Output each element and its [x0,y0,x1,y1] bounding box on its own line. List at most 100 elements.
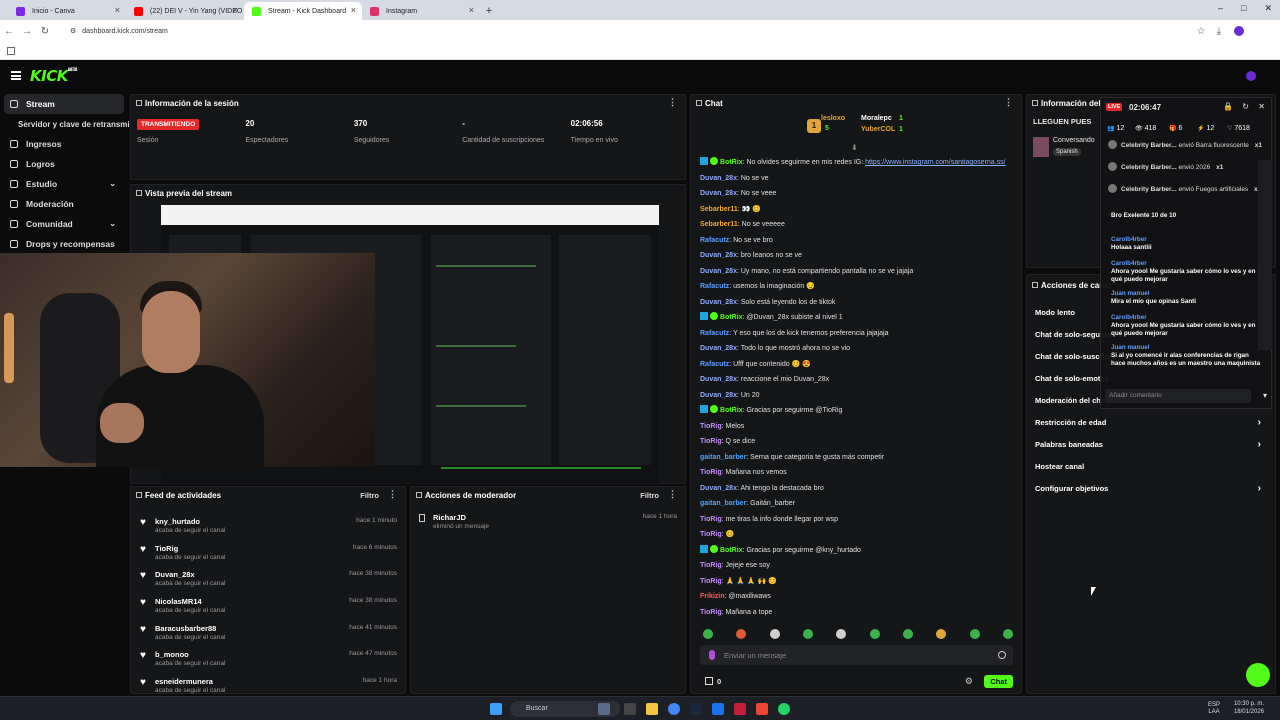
chat-username[interactable]: TioRig [700,531,722,538]
chat-link[interactable]: https://www.instagram.com/santiagoserna.… [865,159,1005,166]
overlay-username[interactable]: Carolb4rber [1111,314,1147,321]
browser-tab[interactable]: Stream - Kick Dashboard × [244,2,362,20]
apps-icon[interactable] [7,47,15,55]
sidebar-item[interactable]: Estudio ⌄ [0,174,128,194]
emoji-icon[interactable] [998,651,1006,659]
chat-input[interactable]: Enviar un mensaje [700,645,1013,665]
minimize-icon[interactable]: – [1218,3,1223,14]
settings-icon[interactable]: ⚙ [965,676,973,687]
chat-username[interactable]: gaitan_barber [700,454,746,461]
chat-username[interactable]: TioRig [700,562,722,569]
chevron-down-icon[interactable]: ⌄ [109,179,116,188]
emote-icon[interactable] [969,629,980,639]
collapse-icon[interactable]: ⇟ [851,143,858,152]
close-tab-icon[interactable]: × [233,5,238,15]
new-tab-button[interactable]: + [480,2,498,20]
whatsapp-icon[interactable] [778,703,790,715]
channel-action-row[interactable]: Restricción de edad › [1027,411,1275,433]
more-icon[interactable]: ⋮ [388,489,397,500]
chat-username[interactable]: TioRig [700,423,722,430]
task-view-icon[interactable] [624,703,636,715]
overlay-username[interactable]: Juan manuel [1111,344,1150,351]
leader-name[interactable]: YuberCOL [861,126,895,133]
chat-username[interactable]: TioRig [700,578,722,585]
feed-filter-button[interactable]: Filtro [360,491,379,500]
chat-username[interactable]: BotRix [720,314,743,321]
site-info-icon[interactable]: ⚙ [70,27,76,35]
emote-icon[interactable] [1002,629,1013,639]
chat-username[interactable]: Duvan_28x [700,268,737,275]
back-icon[interactable]: ← [0,26,18,37]
mod-filter-button[interactable]: Filtro [640,491,659,500]
clock[interactable]: 10:30 p. m. 18/01/2026 [1234,700,1264,716]
mic-icon[interactable] [709,650,715,660]
chat-username[interactable]: Rafacutz [700,330,729,337]
close-icon[interactable]: ✕ [1258,102,1265,111]
more-icon[interactable]: ⋮ [668,97,677,108]
sidebar-item[interactable]: Stream [4,94,124,114]
sidebar-item[interactable]: Moderación [0,194,128,214]
chevron-down-icon[interactable]: ⌄ [109,219,116,228]
close-tab-icon[interactable]: × [351,5,356,15]
maximize-icon[interactable]: □ [1241,3,1246,14]
chat-username[interactable]: Duvan_28x [700,392,737,399]
app-icon[interactable] [756,703,768,715]
sidebar-item[interactable]: Drops y recompensas [0,234,128,254]
user-avatar[interactable] [1246,71,1256,81]
overlay-username[interactable]: Carolb4rber [1111,236,1147,243]
chat-username[interactable]: BotRix [720,547,743,554]
steam-icon[interactable] [690,703,702,715]
chat-username[interactable]: Duvan_28x [700,190,737,197]
file-explorer-icon[interactable] [646,703,658,715]
chat-username[interactable]: Rafacutz [700,283,729,290]
chrome-icon[interactable] [668,703,680,715]
chat-username[interactable]: Duvan_28x [700,376,737,383]
browser-tab[interactable]: Instagram × [362,2,480,20]
profile-avatar[interactable] [1234,26,1244,36]
refresh-icon[interactable]: ↻ [1242,102,1249,111]
chat-username[interactable]: Duvan_28x [700,345,737,352]
chat-username[interactable]: Duvan_28x [700,252,737,259]
chat-username[interactable]: BotRix [720,407,743,414]
download-icon[interactable]: ⤓ [1210,26,1228,37]
sidebar-item[interactable]: Logros [0,154,128,174]
points-icon[interactable] [705,677,713,685]
kick-logo[interactable]: KICKBETA [30,67,78,85]
emote-icon[interactable] [703,629,713,639]
lock-icon[interactable]: 🔒 [1223,102,1233,111]
bookmark-star-icon[interactable]: ☆ [1192,26,1210,37]
chat-username[interactable]: TioRig [700,516,722,523]
browser-tab[interactable]: Inicio - Canva × [8,2,126,20]
leader-name[interactable]: Moralepc [861,115,892,122]
overlay-username[interactable]: Carolb4rber [1111,260,1147,267]
chat-username[interactable]: Sebarber11 [700,206,738,213]
app-icon[interactable] [734,703,746,715]
chat-username[interactable]: gaitan_barber [700,500,746,507]
filter-icon[interactable]: ▾ [1263,391,1267,400]
url-field[interactable]: ⚙ dashboard.kick.com/stream [62,23,1192,39]
emote-icon[interactable] [936,629,947,639]
chat-username[interactable]: Sebarber11 [700,221,738,228]
chat-username[interactable]: Duvan_28x [700,299,737,306]
close-window-icon[interactable]: ✕ [1264,3,1272,14]
close-tab-icon[interactable]: × [469,5,474,15]
chat-username[interactable]: Duvan_28x [700,485,737,492]
chat-username[interactable]: BotRix [720,159,743,166]
support-chat-button[interactable] [1246,663,1270,687]
emote-icon[interactable] [869,629,880,639]
channel-action-row[interactable]: Hostear canal [1027,455,1275,477]
store-icon[interactable] [712,703,724,715]
language-indicator[interactable]: ESP LAA [1208,702,1220,716]
reload-icon[interactable]: ↻ [36,26,54,37]
emote-icon[interactable] [902,629,913,639]
chat-username[interactable]: TioRig [700,609,722,616]
widgets-icon[interactable] [598,703,610,715]
sidebar-subitem[interactable]: Servidor y clave de retransmisión [0,114,146,134]
chat-username[interactable]: TioRig [700,438,722,445]
comment-input[interactable]: Añadir comentario [1105,389,1251,403]
emote-icon[interactable] [836,629,847,639]
emote-icon[interactable] [769,629,780,639]
menu-icon[interactable] [11,71,21,80]
chat-username[interactable]: Duvan_28x [700,175,737,182]
send-chat-button[interactable]: Chat [984,675,1013,688]
